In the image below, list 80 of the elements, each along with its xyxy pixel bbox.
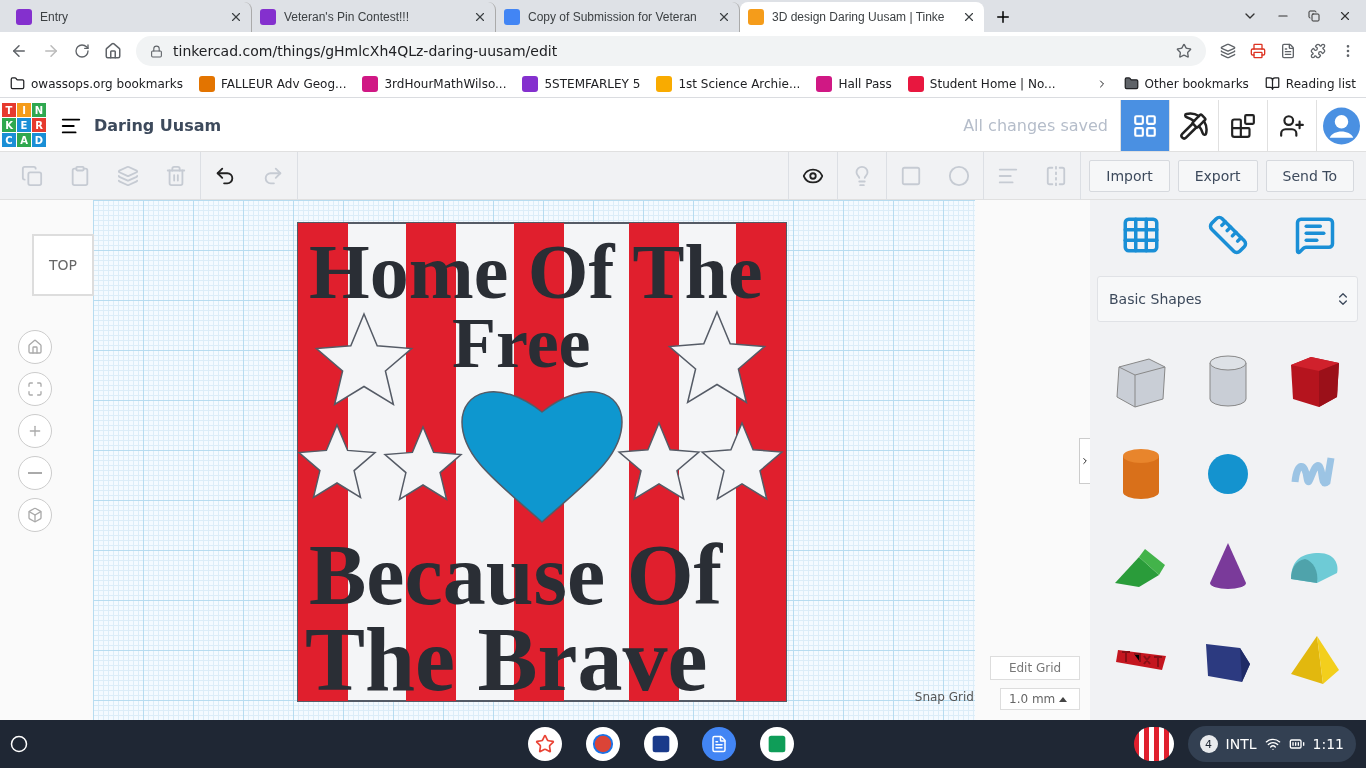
- app-icon[interactable]: [759, 727, 794, 761]
- blocks-icon: [1230, 112, 1256, 139]
- toolbar-button[interactable]: Export: [1177, 159, 1258, 192]
- minus-icon: [28, 472, 42, 474]
- extension-icon[interactable]: [1250, 43, 1266, 59]
- caret-icon: [1059, 696, 1068, 702]
- cube-icon: [27, 507, 43, 523]
- tab-favicon-icon: [504, 9, 520, 25]
- star-icon: [534, 734, 555, 754]
- app-icon[interactable]: [527, 727, 562, 761]
- plus-icon: [27, 423, 43, 439]
- snap-grid-label: Snap Grid: [914, 690, 974, 704]
- browser-tab[interactable]: Veteran's Pin Contest!!!: [252, 2, 496, 32]
- address-field[interactable]: tinkercad.com/things/gHmlcXh4QLz-daring-uusam/edit: [136, 36, 1206, 66]
- fit-icon: [27, 381, 43, 397]
- bookmark-label: Other bookmarks: [1144, 76, 1249, 91]
- screenshot-thumbnail[interactable]: [1133, 727, 1174, 761]
- close-icon[interactable]: [229, 10, 243, 24]
- bookmark-item[interactable]: 1st Science Archie...: [656, 75, 801, 92]
- app-icon[interactable]: [643, 727, 678, 761]
- bookmark-label: 3rdHourMathWilso...: [384, 76, 507, 91]
- square-icon: [650, 734, 671, 754]
- app-icon[interactable]: [701, 727, 736, 761]
- extension-icon[interactable]: [1280, 43, 1296, 59]
- chevron-icon: [1080, 455, 1090, 467]
- bookmark-item[interactable]: 5STEMFARLEY 5: [522, 75, 641, 92]
- bookmark-item[interactable]: FALLEUR Adv Geog...: [198, 75, 347, 92]
- home-icon: [27, 339, 43, 355]
- app-icon[interactable]: [585, 727, 620, 761]
- wifi-icon: [1264, 736, 1281, 752]
- save-status: All changes saved: [963, 116, 1108, 135]
- bookmark-star-icon[interactable]: [1176, 43, 1192, 59]
- toolbar-button[interactable]: Send To: [1265, 159, 1354, 192]
- folder-icon: [10, 76, 25, 91]
- bookmark-label: 1st Science Archie...: [678, 76, 801, 91]
- reload-icon[interactable]: [74, 43, 90, 59]
- pickaxe-icon: [1179, 110, 1209, 141]
- extension-icon[interactable]: [1220, 43, 1236, 59]
- tab-favicon-icon: [16, 9, 32, 25]
- tab-favicon-icon: [748, 9, 764, 25]
- extensions-icon[interactable]: [1310, 43, 1326, 59]
- bookmark-item[interactable]: Student Home | No...: [907, 75, 1056, 92]
- design-title[interactable]: Daring Uusam: [94, 116, 222, 135]
- shape-library-select[interactable]: Basic Shapes: [1097, 276, 1358, 322]
- new-tab-icon[interactable]: [994, 8, 1012, 26]
- close-icon[interactable]: [1338, 9, 1352, 23]
- close-icon[interactable]: [473, 10, 487, 24]
- close-icon[interactable]: [717, 10, 731, 24]
- bookmark-item[interactable]: 3rdHourMathWilso...: [362, 75, 507, 92]
- browser-tab[interactable]: 3D design Daring Uusam | Tinke: [740, 2, 984, 32]
- grid-icon: [1132, 112, 1158, 139]
- bookmark-label: Student Home | No...: [929, 76, 1056, 91]
- square-icon: [766, 734, 787, 754]
- lock-icon: [150, 44, 163, 58]
- add-user-icon: [1279, 112, 1305, 139]
- snap-grid-select[interactable]: 1.0 mm: [1000, 688, 1080, 710]
- tab-favicon-icon: [260, 9, 276, 25]
- restore-icon[interactable]: [1308, 10, 1320, 22]
- launcher-icon[interactable]: [10, 735, 28, 753]
- browser-tab[interactable]: Entry: [8, 2, 252, 32]
- bookmark-label: Reading list: [1285, 76, 1356, 91]
- logo[interactable]: T I N K E R C A D: [2, 103, 46, 151]
- bookmark-item[interactable]: Reading list: [1264, 76, 1356, 91]
- view-cube[interactable]: TOP: [32, 234, 94, 296]
- bookmark-label: 5STEMFARLEY 5: [544, 76, 641, 91]
- toolbar-button[interactable]: Import: [1089, 159, 1170, 192]
- battery-icon: [1288, 736, 1305, 752]
- folder-icon: [1123, 76, 1139, 91]
- home-icon[interactable]: [104, 42, 122, 60]
- bookmark-label: FALLEUR Adv Geog...: [220, 76, 347, 91]
- bookmark-item[interactable]: Hall Pass: [816, 75, 892, 92]
- bookmark-label: Hall Pass: [838, 76, 892, 91]
- close-icon[interactable]: [962, 10, 976, 24]
- bookmark-item[interactable]: Other bookmarks: [1123, 76, 1249, 91]
- edit-grid-button[interactable]: Edit Grid: [990, 656, 1080, 680]
- back-icon[interactable]: [10, 42, 28, 60]
- reading-list-icon: [1264, 76, 1280, 91]
- system-tray[interactable]: 4 INTL 1:11: [1187, 726, 1356, 762]
- document-icon: [709, 735, 728, 753]
- browser-tab[interactable]: Copy of Submission for Veteran: [496, 2, 740, 32]
